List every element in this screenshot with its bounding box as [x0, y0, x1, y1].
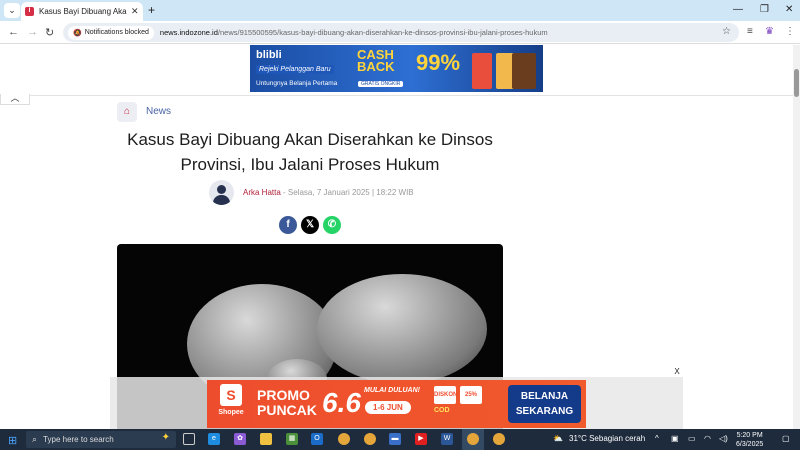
byline: Arka Hatta - Selasa, 7 Januari 2025 | 18… — [243, 188, 414, 197]
facebook-share-icon[interactable]: f — [279, 216, 297, 234]
search-icon: ⌕ — [32, 434, 38, 444]
outlook-icon[interactable]: O — [311, 433, 323, 445]
breadcrumb-category[interactable]: News — [146, 106, 171, 117]
back-icon[interactable]: ← — [8, 26, 19, 38]
browser-menu-icon[interactable]: ⋮ — [785, 26, 795, 37]
clock-date: 6/3/2025 — [736, 441, 764, 448]
avatar-body — [213, 195, 230, 205]
chrome-alt-icon[interactable] — [493, 433, 505, 445]
ad-close-button[interactable]: X — [671, 367, 683, 377]
clock-time: 5:20 PM — [736, 432, 763, 439]
site-favicon-icon: I — [25, 7, 34, 16]
volume-icon[interactable]: ◁) — [719, 434, 728, 443]
whatsapp-share-icon[interactable]: ✆ — [323, 216, 341, 234]
blibli-ad-banner[interactable]: blibli Rejeki Pelanggan Baru Untungnya B… — [250, 45, 543, 92]
shopee-mulai: MULAI DULUAN! — [364, 387, 420, 394]
shopee-cta-button[interactable]: BELANJA SEKARANG — [508, 385, 581, 423]
publish-date: - Selasa, 7 Januari 2025 | 18:22 WIB — [283, 188, 414, 197]
author-name[interactable]: Arka Hatta — [243, 188, 281, 197]
shopee-promo: PROMO PUNCAK — [257, 387, 317, 418]
divider — [30, 95, 793, 96]
article-headline: Kasus Bayi Dibuang Akan Diserahkan ke Di… — [127, 130, 493, 174]
blibli-tagline: Rejeki Pelanggan Baru — [256, 65, 334, 74]
edge-icon[interactable]: e — [208, 433, 220, 445]
shopee-logo: S Shopee — [214, 384, 248, 424]
url-host: news.indozone.id — [159, 28, 218, 37]
search-placeholder: Type here to search — [43, 435, 114, 444]
bookmark-star-icon[interactable]: ☆ — [722, 26, 731, 37]
system-clock[interactable]: 5:20 PM 6/3/2025 — [736, 431, 763, 449]
search-highlight-icon: ✦ — [161, 432, 170, 443]
weather-icon[interactable]: ⛅ — [553, 434, 563, 443]
tab-search-button[interactable]: ⌄ — [4, 3, 20, 18]
battery-icon[interactable]: ▭ — [688, 434, 696, 443]
tab-strip: ⌄ I Kasus Bayi Dibuang Akan Diserahkan k… — [0, 0, 800, 21]
blibli-percent: 99% — [416, 50, 461, 75]
taskbar-search[interactable]: ⌕ Type here to search ✦ — [26, 431, 176, 448]
tray-app-icon[interactable]: ▣ — [671, 434, 679, 443]
navigation-bar: ← → ↻ 🔕 Notifications blocked news.indoz… — [0, 21, 800, 44]
product-image-1 — [472, 53, 492, 89]
forward-icon[interactable]: → — [27, 26, 38, 38]
x-share-icon[interactable]: 𝕏 — [301, 216, 319, 234]
tab-active[interactable]: I Kasus Bayi Dibuang Akan Diserahkan ke … — [21, 2, 143, 21]
shopee-dates: 1-6 JUN — [365, 401, 411, 414]
notifications-icon[interactable]: ▢ — [782, 434, 790, 443]
file-explorer-icon[interactable] — [260, 433, 272, 445]
notifications-chip-label: Notifications blocked — [84, 29, 149, 36]
reload-icon[interactable]: ↻ — [45, 26, 54, 39]
copilot-icon[interactable]: ✿ — [234, 433, 246, 445]
scrollbar[interactable] — [793, 45, 800, 429]
url-text[interactable]: news.indozone.id/news/915500595/kasus-ba… — [160, 28, 548, 37]
notifications-blocked-chip[interactable]: 🔕 Notifications blocked — [68, 25, 154, 40]
word-icon[interactable]: W — [441, 433, 453, 445]
extension-icon[interactable]: ♛ — [765, 26, 774, 37]
chrome-icon[interactable] — [338, 433, 350, 445]
scrollbar-thumb[interactable] — [794, 69, 799, 97]
photo-foot — [317, 274, 487, 384]
bell-off-icon: 🔕 — [73, 29, 82, 37]
blibli-line: Untungnya Belanja Pertama — [256, 80, 338, 87]
chrome-profile-icon[interactable] — [364, 433, 376, 445]
shopee-cod: COD — [434, 407, 450, 414]
shopee-brand: Shopee — [218, 409, 244, 416]
weather-text[interactable]: 31°C Sebagian cerah — [569, 434, 645, 443]
collapse-chevron-icon[interactable]: ︿ — [0, 94, 30, 105]
avatar-head — [217, 185, 226, 194]
new-tab-button[interactable]: + — [148, 3, 155, 17]
shopee-badge-1: DISKON — [434, 386, 457, 404]
shopee-bag-icon: S — [220, 384, 242, 406]
chrome-active-icon[interactable] — [467, 433, 479, 445]
tray-overflow-icon[interactable]: ^ — [655, 434, 659, 443]
windows-start-icon[interactable]: ⊞ — [8, 434, 17, 447]
blibli-logo: blibli — [256, 49, 282, 61]
reading-list-icon[interactable]: ≡ — [747, 26, 753, 37]
task-view-icon[interactable] — [183, 433, 195, 445]
shopee-ad-banner[interactable]: S Shopee PROMO PUNCAK 6.6 MULAI DULUAN! … — [207, 380, 586, 428]
product-image-3 — [512, 53, 536, 89]
author-avatar[interactable] — [209, 180, 234, 205]
close-window-icon[interactable]: ✕ — [785, 4, 793, 15]
maximize-icon[interactable]: ❐ — [760, 4, 769, 15]
minimize-icon[interactable]: — — [733, 4, 743, 15]
shopee-badge-2: 25% — [460, 386, 482, 404]
url-path: /news/915500595/kasus-bayi-dibuang-akan-… — [217, 28, 548, 37]
zoom-icon[interactable]: ▬ — [389, 433, 401, 445]
taskbar: ⊞ ⌕ Type here to search ✦ e ✿ ▦ O ▬ ▶ W … — [0, 429, 800, 450]
shopee-number: 6.6 — [322, 387, 361, 418]
wifi-icon[interactable]: ◠ — [704, 434, 711, 443]
address-bar[interactable]: 🔕 Notifications blocked news.indozone.id… — [63, 23, 739, 42]
store-icon[interactable]: ▦ — [286, 433, 298, 445]
blibli-cashback: CASH BACK — [357, 47, 395, 74]
blibli-badge: GRATIS ONGKIR — [358, 81, 404, 87]
tab-title: Kasus Bayi Dibuang Akan Diserahkan ke Di… — [39, 7, 127, 16]
youtube-icon[interactable]: ▶ — [415, 433, 427, 445]
tab-close-icon[interactable]: ✕ — [131, 6, 139, 17]
home-icon[interactable]: ⌂ — [117, 102, 137, 122]
